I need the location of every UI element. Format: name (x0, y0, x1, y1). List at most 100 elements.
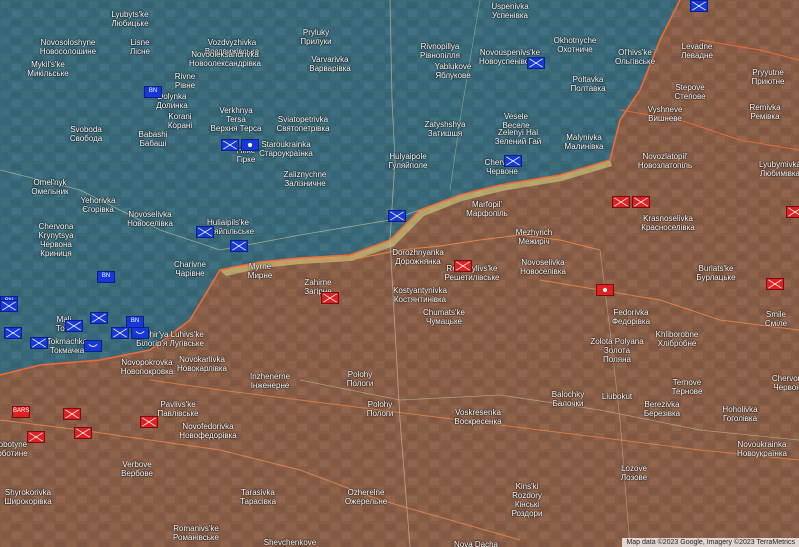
ua-unit-marker-infantry[interactable] (388, 210, 406, 222)
ru-unit-marker-infantry[interactable] (140, 416, 158, 428)
place-label-line: Novoselivka (128, 210, 172, 219)
ru-unit-marker-infantry[interactable] (454, 260, 472, 272)
place-label-line: Красноселівка (641, 223, 695, 232)
place-label-line: Vozdvyzhivka (207, 38, 257, 47)
ua-unit-marker-infantry[interactable] (221, 139, 239, 151)
place-label-voskresenka: Voskresenka Воскресенка (454, 408, 501, 426)
place-label-line: Okhotnyche (553, 36, 597, 45)
ua-unit-marker-infantry[interactable] (504, 155, 522, 167)
unit-text: BN (130, 318, 140, 324)
place-label-line: Kostyantynivka (393, 286, 447, 295)
place-label-line: Hulyaipole (389, 152, 427, 161)
place-label-line: Polohy (347, 370, 373, 379)
place-label-ozherelne: Ozherelne Ожерельне (345, 488, 387, 506)
place-label-line: Березівка (643, 409, 681, 418)
place-label-olhivske: Ol'hivs'ke Ольгівське (615, 48, 655, 66)
place-label-line: Ol'hivs'ke (618, 48, 652, 57)
place-label-line: Чумацьке (426, 317, 462, 326)
ru-unit-marker-infantry[interactable] (632, 196, 650, 208)
unit-symbol-icon (113, 328, 127, 338)
place-label-line: Polohy (367, 400, 393, 409)
place-label-line: Червоне (486, 167, 518, 176)
place-label-novoukrainka: Novoukrainka Новоукраїнка (737, 440, 787, 458)
place-label-polohy2: Polohy Пологи (367, 400, 394, 418)
place-label-line: Pryluky (302, 28, 330, 37)
place-label-line: Yehorivka (80, 196, 116, 205)
ua-unit-marker-infantry[interactable] (527, 57, 545, 69)
place-label-novooleksandrivka: Novooleksandrivka Новоолександрівка (189, 50, 261, 68)
ua-unit-marker-infantry[interactable] (690, 0, 708, 12)
place-label-line: Свобода (69, 134, 103, 143)
place-label-line: Malynivka (566, 133, 602, 142)
place-label-pryluky: Pryluky Прилуки (300, 28, 331, 46)
ru-unit-marker-hq[interactable] (596, 284, 614, 296)
ua-unit-marker-infantry[interactable] (65, 320, 83, 332)
place-label-line: Затишшя (427, 129, 463, 138)
place-label-vyshneve: Vyshneve Вишневе (648, 105, 683, 123)
place-label-line: Robotyne (0, 440, 28, 449)
place-label-line: Novoukrainka (737, 440, 787, 449)
unit-symbol-icon (135, 331, 145, 334)
unit-symbol-icon (506, 156, 520, 166)
place-label-line: Chumats'ke (423, 308, 465, 317)
place-label-line: Широкорівка (4, 497, 52, 506)
ru-unit-marker-infantry[interactable] (766, 278, 784, 290)
place-label-line: Zelenyi Hai (497, 128, 539, 137)
ua-unit-marker-inf-text[interactable]: BN (97, 271, 115, 283)
ua-unit-marker-infantry[interactable] (90, 312, 108, 324)
place-label-line: Єгорівка (82, 205, 114, 214)
place-label-line: Варварівка (309, 64, 351, 73)
ua-unit-marker-inf-text[interactable]: BN (126, 316, 144, 328)
place-label-line: Приютне (751, 77, 785, 86)
place-label-line: Novopokrovka (121, 358, 173, 367)
place-label-line: Voskresenka (455, 408, 501, 417)
ua-unit-marker-infantry[interactable] (4, 327, 22, 339)
place-label-line: Krynytsya (38, 231, 74, 240)
ru-unit-marker-infantry[interactable] (27, 431, 45, 443)
ru-unit-marker-infantry[interactable] (63, 408, 81, 420)
place-label-novozlatopil: Novozlatopil' Новозлатопіль (638, 152, 692, 170)
place-label-line: Корані (167, 121, 193, 130)
place-label-line: Долинка (156, 101, 188, 110)
ru-unit-marker-infantry[interactable] (786, 206, 799, 218)
ru-unit-marker-inf-text[interactable]: BARS (12, 406, 30, 418)
place-label-ternove: Ternove Тернове (672, 378, 703, 396)
unit-symbol-icon (67, 321, 81, 331)
place-label-line: Новосолошине (39, 47, 97, 56)
ua-unit-marker-hq[interactable] (241, 139, 259, 151)
place-label-okhotnyche: Okhotnyche Охотниче (554, 36, 597, 54)
ua-unit-marker-infantry[interactable] (30, 337, 48, 349)
place-label-babashi: Babashi Бабаші (139, 130, 168, 148)
place-label-korani: Korani Корані (168, 112, 192, 130)
ru-unit-marker-infantry[interactable] (612, 196, 630, 208)
place-label-charivne: Charivne Чарівне (174, 260, 206, 278)
place-label-line: Krasnoselivka (643, 214, 693, 223)
ua-unit-marker-airborne[interactable] (131, 327, 149, 339)
place-label-line: Yablukove (434, 62, 472, 71)
place-label-line: Babashi (138, 130, 168, 139)
place-label-line: Tokmachka (46, 337, 88, 346)
place-label-line: Korani (168, 112, 192, 121)
place-label-line: Гірке (236, 155, 256, 164)
place-label-line: Чарівне (175, 269, 205, 278)
ru-unit-marker-infantry[interactable] (74, 427, 92, 439)
place-label-line: Лозове (620, 473, 648, 482)
ua-unit-marker-infantry[interactable] (230, 240, 248, 252)
ru-unit-marker-infantry[interactable] (321, 292, 339, 304)
ua-unit-marker-infantry[interactable] (0, 300, 18, 312)
place-label-liubokut: Liubokut (602, 392, 632, 401)
ua-unit-marker-infantry[interactable] (196, 226, 214, 238)
place-label-zolota_polyana: Zolota Polyana Золота Поляна (590, 337, 643, 364)
unit-symbol-icon (768, 279, 782, 289)
place-label-line: Lyubymivka (759, 160, 799, 169)
ua-unit-marker-airborne[interactable] (84, 340, 102, 352)
place-label-line: Balochky (551, 390, 585, 399)
place-label-line: Рівне (174, 81, 196, 90)
ua-unit-marker-infantry[interactable] (111, 327, 129, 339)
place-label-line: Vyshneve (647, 105, 683, 114)
ua-unit-marker-inf-text[interactable]: BN (144, 86, 162, 98)
place-label-line: Любимівка (760, 169, 799, 178)
place-label-line: Поляна (603, 355, 631, 364)
map-attribution[interactable]: Map data ©2023 Google, Imagery ©2023 Ter… (622, 538, 799, 547)
map-view[interactable]: Lyubyts'ke Любицьке Uspenivka Успенівка Vozd… (0, 0, 799, 547)
